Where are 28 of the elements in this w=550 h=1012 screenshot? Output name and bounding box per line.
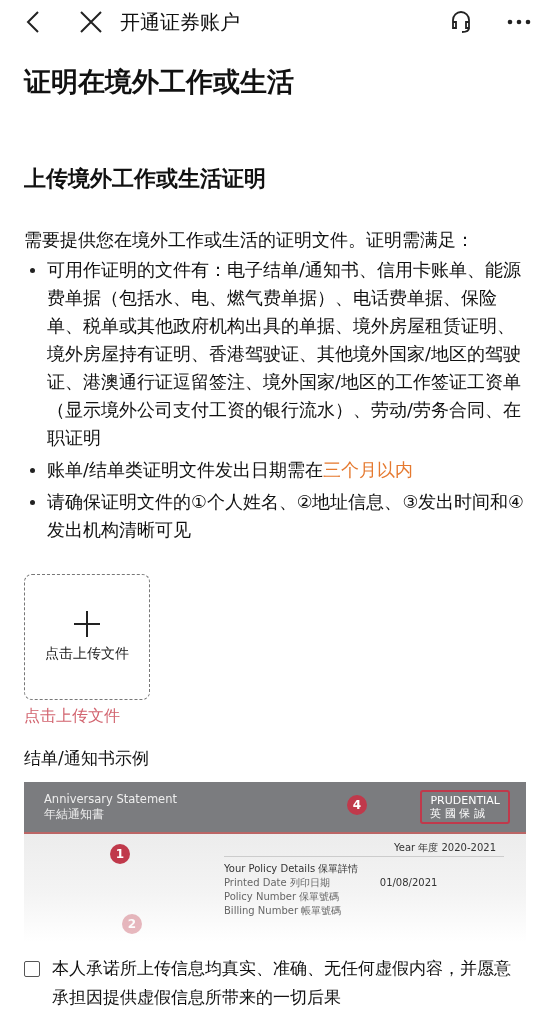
page-title: 证明在境外工作或生活 <box>24 65 295 99</box>
year-text: Year 年度 2020-2021 <box>393 842 496 854</box>
logo-text: 英 國 保 誠 <box>430 807 486 820</box>
section-title: 上传境外工作或生活证明 <box>24 165 267 193</box>
statement-title: 年結通知書 <box>44 807 105 822</box>
bullet-icon <box>30 500 35 505</box>
number-marker: 1 <box>110 844 130 864</box>
sample-caption: 结单/通知书示例 <box>24 747 150 770</box>
bullet-icon <box>30 268 35 273</box>
detail-label: Billing Number 帳單號碼 <box>224 905 342 917</box>
requirement-text: 请确保证明文件的①个人姓名、②地址信息、③发出时间和④发出机构清晰可见 <box>47 491 525 542</box>
upload-link[interactable]: 点击上传文件 <box>24 706 120 727</box>
requirement-text: 可用作证明的文件有：电子结单/通知书、信用卡账单、能源费单据（包括水、电、燃气费单据）、电话费单据、保险单、税单或其他政府机构出具的单据、境外房屋租赁证明、境外房屋持有证明、香港驾驶证、其他境外国家/地区的驾驶证、港澳通行证逗留签注、境外国家/地区的工作签证工资单（显示境外公司支付工资的银行流水）、劳动/劳务合同、在职证明 <box>47 259 522 450</box>
agreement-checkbox[interactable] <box>24 961 40 977</box>
intro-text: 需要提供您在境外工作或生活的证明文件。证明需满足： <box>24 229 475 252</box>
detail-label: Policy Number 保單號碼 <box>224 891 340 903</box>
number-marker: 2 <box>122 914 142 934</box>
details-title: Your Policy Details 保單詳情 <box>224 863 360 875</box>
agreement-text: 本人承诺所上传信息均真实、准确、无任何虚假内容，并愿意承担因提供虚假信息所带来的一切后果 <box>52 957 512 1009</box>
detail-label: Printed Date 列印日期 <box>224 877 330 889</box>
upload-button[interactable]: 点击上传文件 <box>24 574 150 700</box>
statement-title: Anniversary Statement <box>44 792 177 807</box>
bullet-icon <box>30 468 35 473</box>
nav-title: 开通证券账户 <box>120 8 241 36</box>
logo-text: PRUDENTIAL <box>430 794 500 807</box>
plus-icon <box>74 611 100 637</box>
requirement-text: 账单/结单类证明文件发出日期需在三个月以内 <box>47 459 413 482</box>
detail-value: 01/08/2021 <box>379 877 438 889</box>
